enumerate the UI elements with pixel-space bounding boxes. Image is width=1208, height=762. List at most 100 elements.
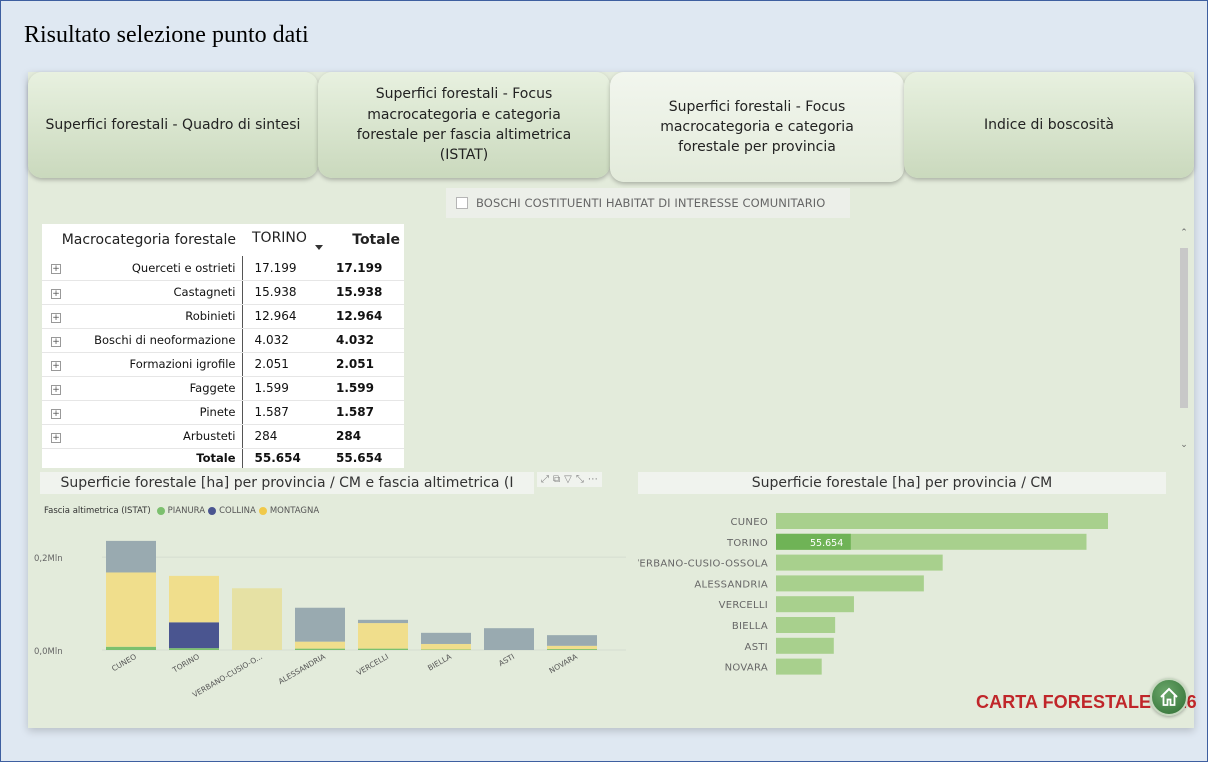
table-row: + Faggete 1.599 1.599 [42, 376, 404, 401]
bar-segment[interactable] [295, 648, 345, 650]
expand-icon[interactable]: + [51, 432, 61, 443]
bar[interactable] [776, 554, 943, 571]
bar[interactable] [776, 637, 834, 654]
matrix-table: Macrocategoria forestale TORINO Totale +… [42, 224, 404, 468]
cell-total[interactable]: 15.938 [324, 280, 404, 305]
cell-value[interactable]: 284 [242, 424, 324, 449]
more-options-icon[interactable]: ⋯ [588, 474, 598, 485]
habitat-filter[interactable]: BOSCHI COSTITUENTI HABITAT DI INTERESSE … [446, 188, 850, 218]
bar-data-label: 55.654 [810, 538, 843, 549]
expand-icon[interactable]: + [51, 312, 61, 323]
cell-total[interactable]: 4.032 [324, 328, 404, 353]
bar-segment[interactable] [106, 646, 156, 650]
category-label: VERBANO-CUSIO-OSSOLA [638, 559, 768, 570]
filter-icon[interactable]: ▽ [564, 474, 572, 485]
row-label[interactable]: Castagneti [70, 280, 243, 305]
habitat-checkbox[interactable] [456, 197, 468, 209]
cell-value[interactable]: 1.599 [242, 376, 324, 401]
bar-segment[interactable] [358, 623, 408, 649]
tab-indice-boscosita[interactable]: Indice di boscosità [904, 72, 1194, 178]
bar-segment[interactable] [106, 572, 156, 647]
focus-mode-icon[interactable]: ⤢ [541, 474, 549, 485]
expand-icon[interactable]: + [51, 288, 61, 299]
scroll-thumb[interactable] [1180, 248, 1188, 408]
bar-segment[interactable] [232, 588, 282, 650]
tab-fascia-altimetrica[interactable]: Superfici forestali - Focus macrocategor… [318, 72, 610, 178]
legend-dot-collina [208, 507, 217, 515]
cell-total[interactable]: 1.599 [324, 376, 404, 401]
row-label[interactable]: Pinete [70, 400, 243, 425]
bar[interactable] [776, 513, 1108, 529]
stacked-bar-chart: 0,2Mln 0,0Mln CUNEO TORINOVERBANO-CUSIO-O..… [34, 540, 626, 699]
table-row: + Robinieti 12.964 12.964 [42, 304, 404, 329]
bar-segment[interactable] [421, 632, 471, 644]
tab-label: Superfici forestali - Quadro di sintesi [45, 116, 301, 133]
expand-icon[interactable]: + [51, 384, 61, 395]
matrix-visual: Macrocategoria forestale TORINO Totale +… [42, 224, 1188, 468]
cell-value[interactable]: 2.051 [242, 352, 324, 377]
page-title: Risultato selezione punto dati [24, 22, 309, 48]
bar-segment[interactable] [484, 628, 534, 650]
legend-label-pianura[interactable]: PIANURA [168, 506, 205, 516]
expand-icon[interactable]: + [51, 408, 61, 419]
cell-total[interactable]: 12.964 [324, 304, 404, 329]
legend-label-montagna[interactable]: MONTAGNA [270, 506, 319, 516]
cell-total[interactable]: 284 [324, 424, 404, 449]
bar-segment[interactable] [547, 645, 597, 650]
row-label[interactable]: Robinieti [70, 304, 243, 329]
tab-quadro-sintesi[interactable]: Superfici forestali - Quadro di sintesi [28, 72, 318, 178]
scroll-down-icon[interactable]: ⌄ [1178, 440, 1190, 454]
cell-total[interactable]: 1.587 [324, 400, 404, 425]
y-tick-label: 0,2Mln [34, 554, 63, 564]
cell-value[interactable]: 12.964 [242, 304, 324, 329]
bar-segment[interactable] [295, 607, 345, 642]
cell-total[interactable]: 17.199 [324, 256, 404, 281]
bar[interactable] [776, 596, 854, 613]
copy-visual-icon[interactable]: ⧉ [553, 474, 560, 485]
bar-segment[interactable] [358, 619, 408, 624]
bar-segment[interactable] [547, 649, 597, 650]
expand-icon[interactable]: ⤡ [576, 474, 584, 485]
row-label[interactable]: Boschi di neoformazione [70, 328, 243, 353]
tab-label: Superfici forestali - Focus macrocategor… [660, 98, 854, 156]
bar[interactable] [776, 658, 822, 675]
cell-value[interactable]: 1.587 [242, 400, 324, 425]
legend-dot-montagna [258, 507, 267, 515]
row-label[interactable]: Arbusteti [70, 424, 243, 449]
bar-segment[interactable] [295, 641, 345, 649]
matrix-row-header[interactable]: Macrocategoria forestale [42, 224, 242, 256]
bar-segment[interactable] [421, 643, 471, 650]
expand-icon[interactable]: + [51, 360, 61, 371]
tab-provincia[interactable]: Superfici forestali - Focus macrocategor… [610, 72, 904, 182]
bar-segment[interactable] [169, 648, 219, 650]
x-tick-label: ASTI [497, 652, 516, 668]
matrix-col-header[interactable]: TORINO [242, 224, 324, 256]
sort-desc-icon[interactable] [314, 245, 323, 250]
legend-label-collina[interactable]: COLLINA [219, 506, 256, 516]
table-row: + Boschi di neoformazione 4.032 4.032 [42, 328, 404, 353]
row-label[interactable]: Faggete [70, 376, 243, 401]
bar-segment[interactable] [169, 622, 219, 649]
bar-segment[interactable] [358, 648, 408, 650]
tab-label: Superfici forestali - Focus macrocategor… [356, 86, 572, 164]
home-button[interactable] [1150, 678, 1188, 716]
bar-segment[interactable] [169, 575, 219, 623]
expand-icon[interactable]: + [51, 264, 61, 275]
matrix-total-header[interactable]: Totale [324, 224, 404, 256]
x-tick-label: ALESSANDRIA [277, 652, 328, 687]
horizontal-bar-chart: CUNEO TORINO 55.654 VERBANO-CUSIO-OSSOLA ALE… [638, 513, 1108, 675]
cell-total[interactable]: 2.051 [324, 352, 404, 377]
bar-segment[interactable] [547, 635, 597, 646]
matrix-scrollbar[interactable]: ⌃ ⌄ [1178, 224, 1190, 460]
scroll-up-icon[interactable]: ⌃ [1178, 228, 1190, 242]
cell-value[interactable]: 15.938 [242, 280, 324, 305]
cell-value[interactable]: 4.032 [242, 328, 324, 353]
bar[interactable] [776, 617, 836, 633]
row-label[interactable]: Formazioni igrofile [70, 352, 243, 377]
cell-value[interactable]: 17.199 [242, 256, 324, 281]
row-label[interactable]: Querceti e ostrieti [70, 256, 243, 281]
expand-icon[interactable]: + [51, 336, 61, 347]
table-row: + Formazioni igrofile 2.051 2.051 [42, 352, 404, 377]
bar[interactable] [776, 575, 924, 592]
bar-segment[interactable] [106, 540, 156, 573]
